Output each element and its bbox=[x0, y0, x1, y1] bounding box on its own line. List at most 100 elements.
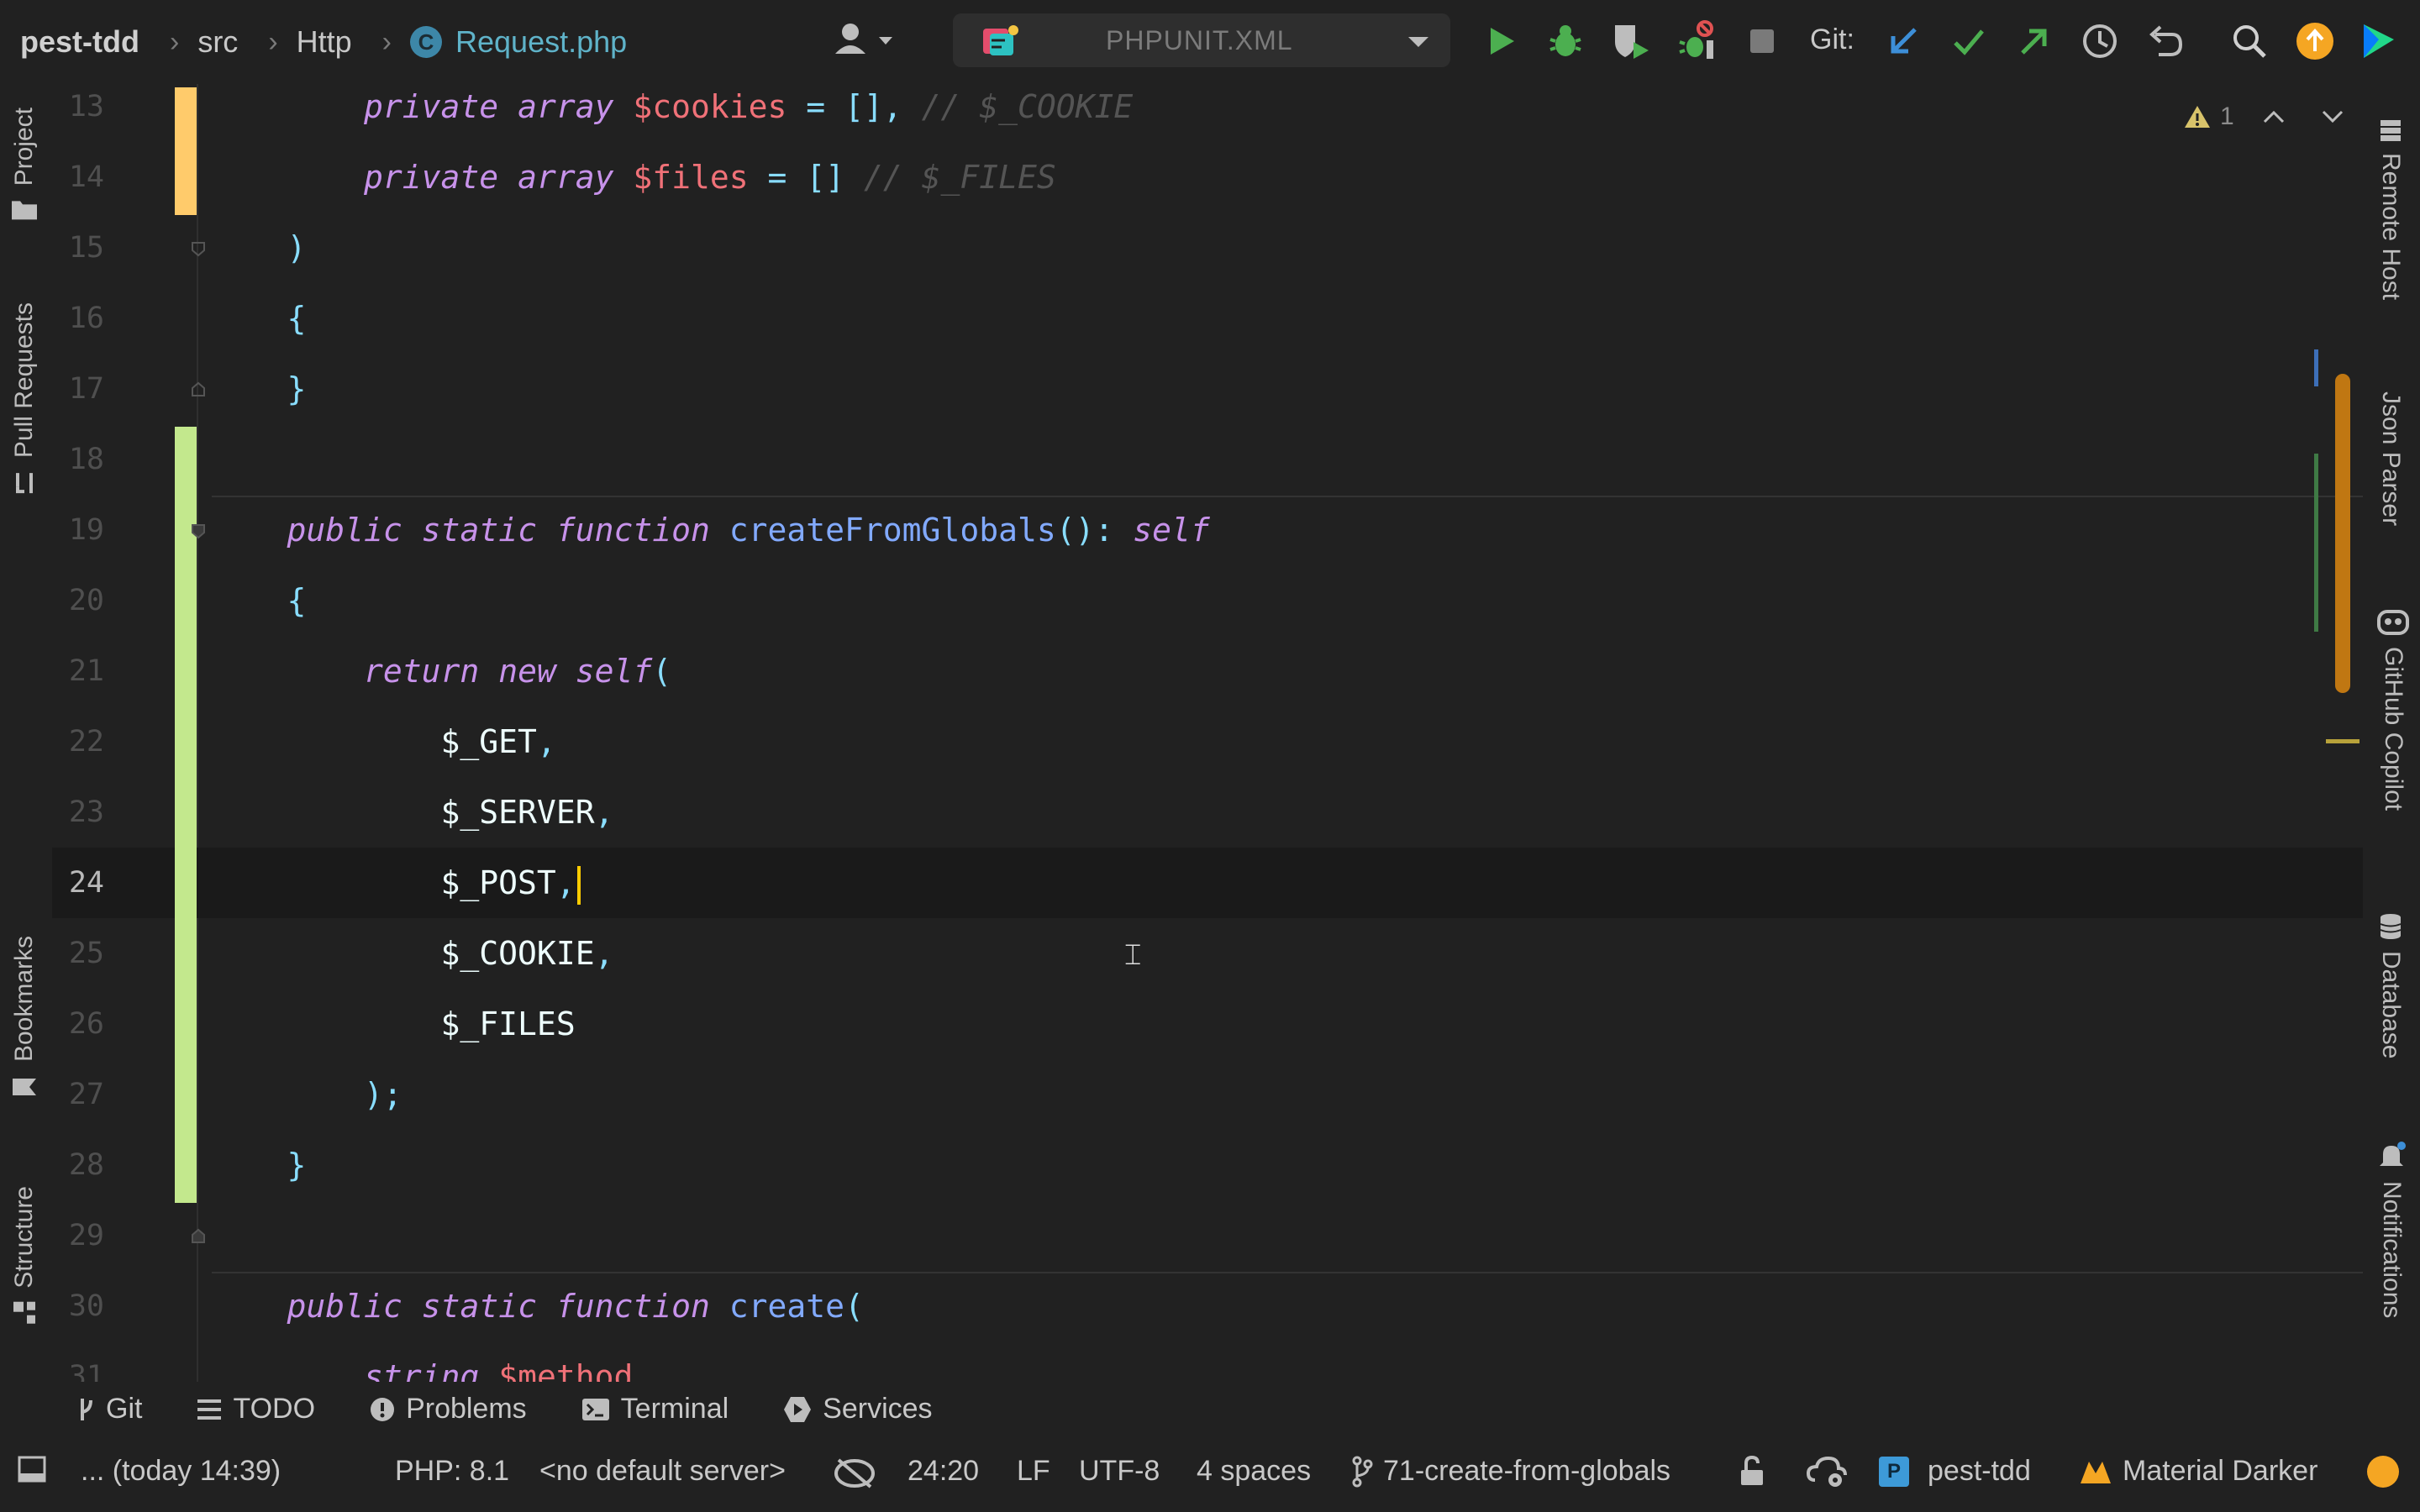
tool-tab-github-copilot[interactable]: GitHub Copilot bbox=[2376, 606, 2410, 811]
tool-tab-terminal[interactable]: Terminal bbox=[581, 1393, 729, 1425]
line-number[interactable]: 28 bbox=[52, 1130, 104, 1200]
line-number[interactable]: 15 bbox=[52, 213, 104, 283]
tool-tab-project[interactable]: Project bbox=[10, 108, 39, 221]
code-line[interactable]: 27 ); bbox=[52, 1059, 2363, 1130]
code-line-current[interactable]: 24 $_POST, bbox=[52, 848, 2363, 918]
run-config-select[interactable]: PHPUNIT.XML bbox=[953, 13, 1450, 67]
code-line[interactable]: 14 private array $files = [] // $_FILES bbox=[52, 142, 2363, 213]
history-button[interactable] bbox=[2079, 20, 2121, 62]
breadcrumb-project[interactable]: pest-tdd bbox=[20, 24, 139, 60]
modified-lines-marker[interactable] bbox=[175, 87, 197, 215]
git-push-button[interactable] bbox=[2013, 20, 2055, 62]
run-with-coverage-button[interactable] bbox=[1610, 20, 1652, 62]
line-number[interactable]: 14 bbox=[52, 142, 104, 213]
code-line[interactable]: 19 public static function createFromGlob… bbox=[52, 495, 2363, 565]
vertical-scrollbar-thumb[interactable] bbox=[2335, 374, 2350, 693]
tool-tab-git[interactable]: Git bbox=[77, 1393, 142, 1425]
profile-button[interactable] bbox=[1676, 20, 1718, 62]
jetbrains-button[interactable] bbox=[2358, 20, 2400, 62]
line-number[interactable]: 30 bbox=[52, 1271, 104, 1341]
chevron-up-icon[interactable] bbox=[2261, 108, 2286, 125]
status-line-separator[interactable]: LF bbox=[1017, 1455, 1050, 1488]
line-number[interactable]: 31 bbox=[52, 1341, 104, 1382]
toggle-tool-windows-button[interactable] bbox=[17, 1455, 47, 1483]
tool-tab-remote-host[interactable]: Remote Host bbox=[2376, 118, 2405, 300]
tool-tab-structure[interactable]: Structure bbox=[10, 1186, 39, 1326]
breadcrumb-file[interactable]: C Request.php bbox=[410, 24, 627, 60]
git-update-button[interactable] bbox=[1882, 20, 1924, 62]
rollback-button[interactable] bbox=[2144, 20, 2186, 62]
debug-button[interactable] bbox=[1544, 20, 1586, 62]
code-line[interactable]: 26 $_FILES bbox=[52, 989, 2363, 1059]
fold-icon[interactable] bbox=[190, 522, 207, 539]
status-encoding[interactable]: UTF-8 bbox=[1079, 1455, 1160, 1488]
line-number[interactable]: 27 bbox=[52, 1059, 104, 1130]
tool-tab-bookmarks[interactable]: Bookmarks bbox=[10, 936, 39, 1100]
status-php-version[interactable]: PHP: 8.1 bbox=[395, 1455, 509, 1488]
tool-tab-notifications[interactable]: Notifications bbox=[2376, 1141, 2407, 1318]
tool-tab-pull-requests[interactable]: Pull Requests bbox=[10, 302, 39, 496]
status-remote-sync[interactable] bbox=[832, 1455, 877, 1492]
line-number[interactable]: 21 bbox=[52, 636, 104, 706]
line-number[interactable]: 24 bbox=[52, 848, 104, 918]
code-line[interactable]: 21 return new self( bbox=[52, 636, 2363, 706]
run-button[interactable] bbox=[1481, 20, 1523, 62]
line-number[interactable]: 18 bbox=[52, 424, 104, 495]
status-indent[interactable]: 4 spaces bbox=[1197, 1455, 1311, 1488]
code-line[interactable]: 22 $_GET, bbox=[52, 706, 2363, 777]
code-editor[interactable]: 13 private array $cookies = [], // $_COO… bbox=[52, 84, 2363, 1382]
ide-update-button[interactable] bbox=[2294, 20, 2336, 62]
tool-tab-services[interactable]: Services bbox=[782, 1393, 933, 1425]
line-number[interactable]: 29 bbox=[52, 1200, 104, 1271]
status-project[interactable]: P pest-tdd bbox=[1879, 1455, 2031, 1488]
line-number[interactable]: 25 bbox=[52, 918, 104, 989]
breadcrumb-src[interactable]: src bbox=[197, 24, 238, 60]
inspection-widget[interactable]: 1 bbox=[2183, 102, 2345, 131]
fold-icon[interactable] bbox=[190, 1228, 207, 1245]
fold-icon[interactable] bbox=[190, 240, 207, 257]
user-menu-button[interactable] bbox=[832, 18, 896, 60]
tool-tab-todo[interactable]: TODO bbox=[196, 1393, 315, 1425]
chevron-down-icon[interactable] bbox=[2320, 108, 2345, 125]
code-line[interactable]: 17 } bbox=[52, 354, 2363, 424]
status-readonly-toggle[interactable] bbox=[1738, 1455, 1766, 1487]
stop-button[interactable] bbox=[1741, 20, 1783, 62]
tool-tab-problems[interactable]: Problems bbox=[369, 1393, 527, 1425]
git-commit-button[interactable] bbox=[1948, 20, 1990, 62]
status-settings-sync[interactable] bbox=[1807, 1455, 1849, 1490]
code-line[interactable]: 16 { bbox=[52, 283, 2363, 354]
line-number[interactable]: 19 bbox=[52, 495, 104, 565]
line-number[interactable]: 16 bbox=[52, 283, 104, 354]
code-line[interactable]: 18 bbox=[52, 424, 2363, 495]
line-number[interactable]: 23 bbox=[52, 777, 104, 848]
code-line[interactable]: 30 public static function create( bbox=[52, 1271, 2363, 1341]
search-everywhere-button[interactable] bbox=[2228, 20, 2270, 62]
status-server[interactable]: <no default server> bbox=[539, 1455, 786, 1488]
tool-tab-json-parser[interactable]: Json Parser bbox=[2376, 391, 2405, 526]
code-line[interactable]: 13 private array $cookies = [], // $_COO… bbox=[52, 84, 2363, 142]
fold-icon[interactable] bbox=[190, 381, 207, 398]
code-line[interactable]: 29 bbox=[52, 1200, 2363, 1271]
code-line[interactable]: 31 string $method bbox=[52, 1341, 2363, 1382]
status-indicator[interactable] bbox=[2366, 1455, 2400, 1488]
line-number[interactable]: 17 bbox=[52, 354, 104, 424]
line-number[interactable]: 22 bbox=[52, 706, 104, 777]
run-config-label: PHPUNIT.XML bbox=[1106, 25, 1293, 55]
todo-list-icon bbox=[196, 1398, 223, 1421]
tool-tab-database[interactable]: Database bbox=[2376, 912, 2405, 1058]
code-line[interactable]: 28 } bbox=[52, 1130, 2363, 1200]
status-theme[interactable]: Material Darker bbox=[2079, 1455, 2317, 1488]
status-git-branch[interactable]: 71-create-from-globals bbox=[1351, 1455, 1670, 1488]
code-line[interactable]: 23 $_SERVER, bbox=[52, 777, 2363, 848]
added-lines-marker[interactable] bbox=[175, 427, 197, 1203]
code-line[interactable]: 20 { bbox=[52, 565, 2363, 636]
status-last-change[interactable]: ... (today 14:39) bbox=[81, 1455, 281, 1488]
code-line[interactable]: 25 $_COOKIE, bbox=[52, 918, 2363, 989]
status-caret-position[interactable]: 24:20 bbox=[908, 1455, 979, 1488]
code-line[interactable]: 15 ) bbox=[52, 213, 2363, 283]
breadcrumb-http[interactable]: Http bbox=[297, 24, 352, 60]
line-number[interactable]: 13 bbox=[52, 84, 104, 142]
line-number[interactable]: 26 bbox=[52, 989, 104, 1059]
line-number[interactable]: 20 bbox=[52, 565, 104, 636]
